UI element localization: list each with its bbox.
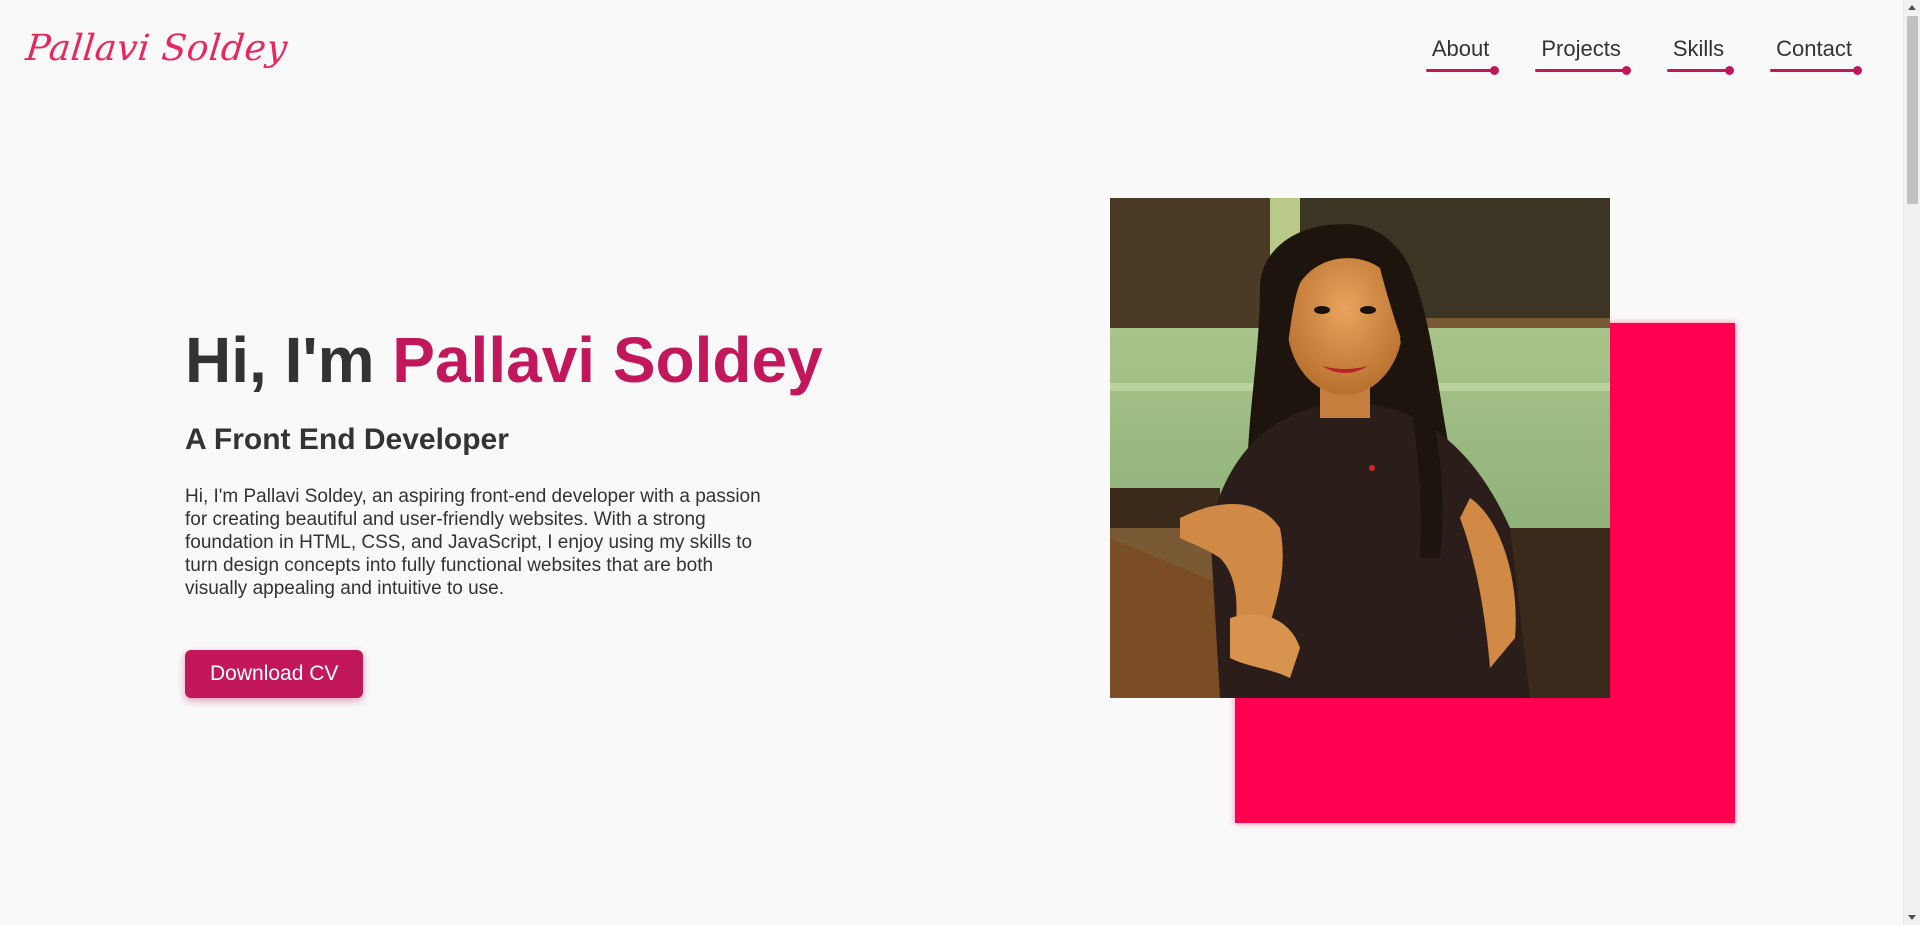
nav-dot <box>1621 66 1631 75</box>
nav-underline <box>1535 69 1627 72</box>
nav-underline <box>1425 69 1496 72</box>
download-cv-button[interactable]: Download CV <box>185 650 364 699</box>
nav-about-label: About <box>1431 36 1490 61</box>
nav-projects[interactable]: Projects <box>1535 36 1631 75</box>
hero-subtitle: A Front End Developer <box>185 423 509 457</box>
hero-section: Hi, I'm Pallavi Soldey A Front End Devel… <box>185 324 823 699</box>
scroll-thumb[interactable] <box>1907 16 1918 204</box>
nav-projects-label: Projects <box>1541 36 1621 61</box>
hero-greeting: Hi, I'm <box>185 324 393 396</box>
hero-name: Pallavi Soldey <box>392 324 823 396</box>
nav-underline <box>1666 69 1731 72</box>
nav-skills[interactable]: Skills <box>1666 36 1735 75</box>
nav-underline <box>1770 69 1858 72</box>
nav-dot <box>1725 66 1735 75</box>
nav-about[interactable]: About <box>1425 36 1500 75</box>
nav-contact-label: Contact <box>1776 36 1852 61</box>
nav-dot <box>1853 66 1862 75</box>
nav-skills-label: Skills <box>1672 36 1725 61</box>
vertical-scrollbar[interactable] <box>1903 0 1920 925</box>
portfolio-page: Pallavi Soldey About Projects Skills Con… <box>0 0 1920 925</box>
nav-dot <box>1490 66 1500 75</box>
profile-photo-illustration <box>1110 198 1610 698</box>
site-logo[interactable]: Pallavi Soldey <box>24 28 290 69</box>
main-nav: About Projects Skills Contact <box>1425 36 1862 75</box>
scroll-up-icon[interactable] <box>1908 5 1916 10</box>
profile-photo-block <box>1110 198 1736 823</box>
scroll-down-icon[interactable] <box>1908 915 1916 920</box>
nav-contact[interactable]: Contact <box>1770 36 1862 75</box>
hero-description: Hi, I'm Pallavi Soldey, an aspiring fron… <box>185 486 761 600</box>
profile-photo <box>1110 198 1610 698</box>
hero-title: Hi, I'm Pallavi Soldey <box>185 324 823 396</box>
